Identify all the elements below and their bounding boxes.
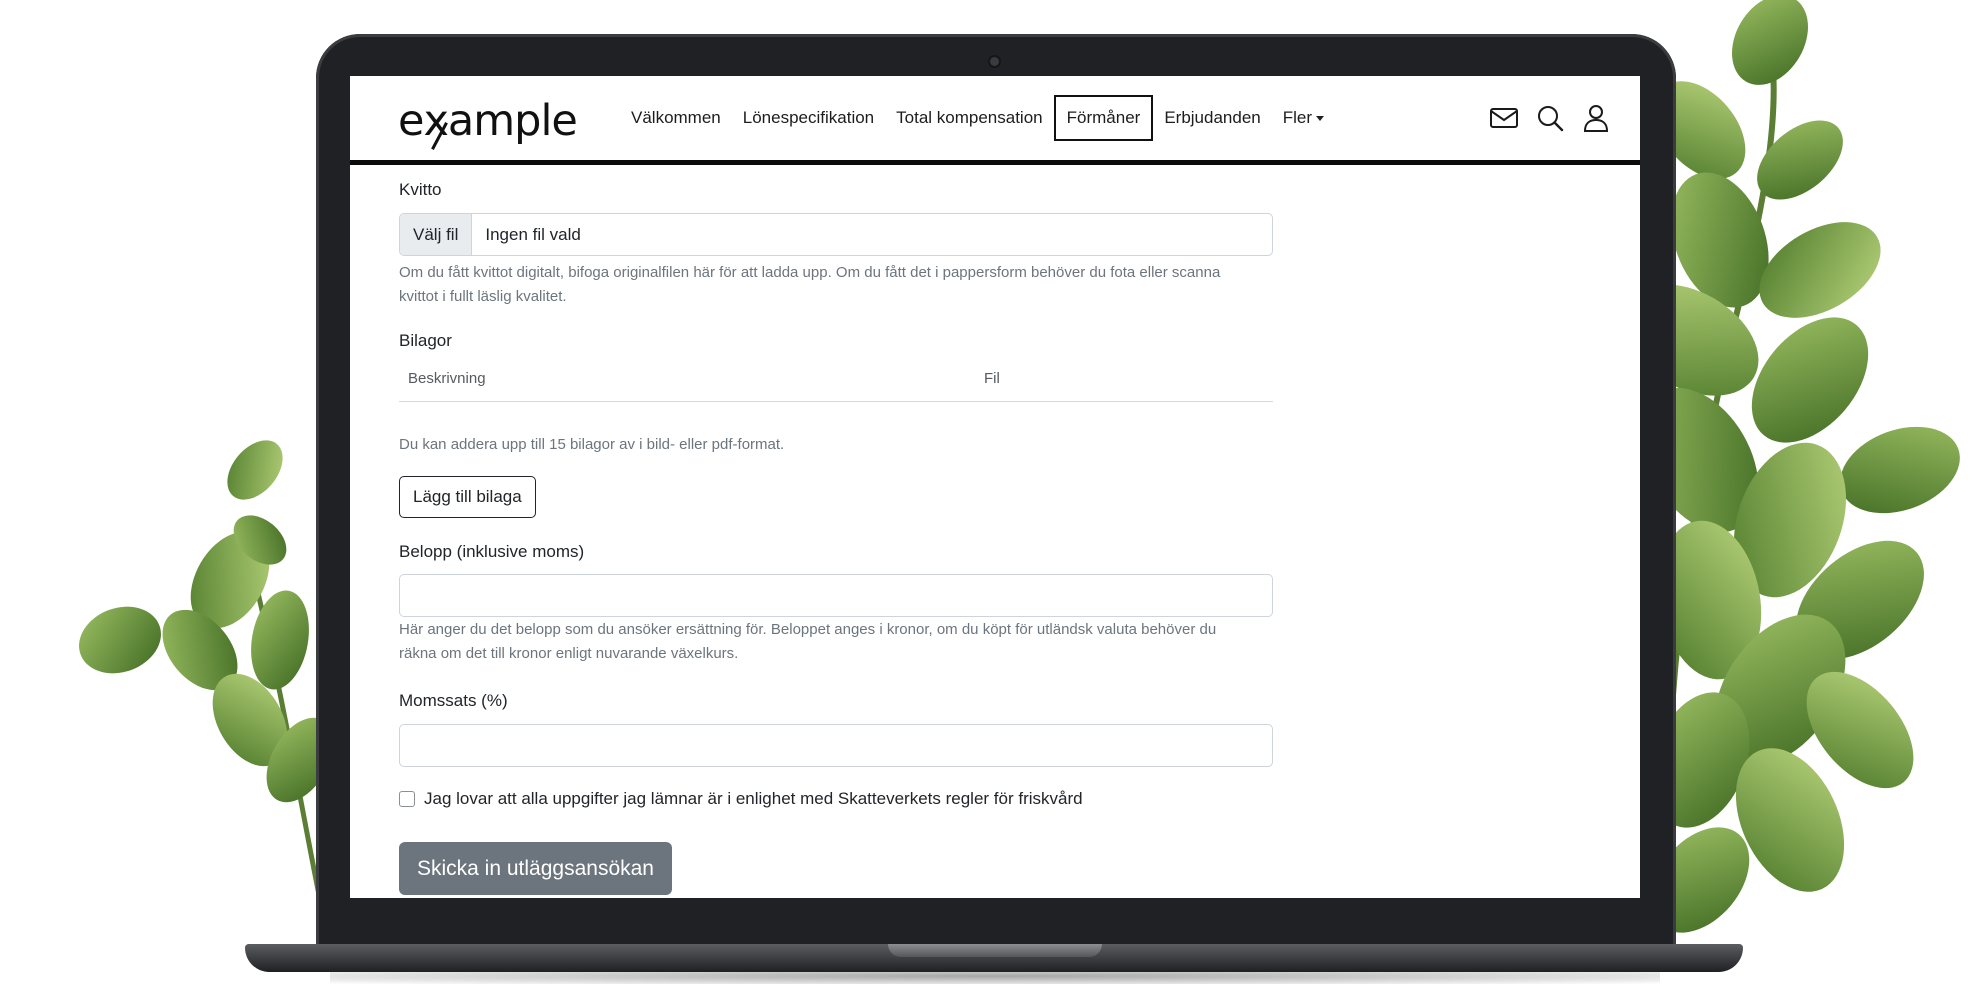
nav-links: Välkommen Lönespecifikation Total kompen…: [620, 94, 1335, 142]
logo-x-glyph: x: [423, 91, 448, 151]
search-icon[interactable]: [1534, 102, 1566, 134]
user-icon[interactable]: [1580, 102, 1612, 134]
caret-down-icon: [1316, 116, 1325, 122]
consent-row: Jag lovar att alla uppgifter jag lämnar …: [399, 789, 1083, 809]
receipt-label: Kvitto: [399, 180, 442, 199]
nav-link-formaner[interactable]: Förmåner: [1053, 95, 1154, 141]
nav-icons: [1488, 102, 1612, 134]
nav-dropdown-fler[interactable]: Fler: [1272, 95, 1335, 141]
receipt-file-input[interactable]: Välj fil Ingen fil vald: [399, 213, 1273, 256]
submit-button[interactable]: Skicka in utläggsansökan: [399, 842, 672, 895]
amount-help-line-1: Här anger du det belopp som du ansöker e…: [399, 621, 1217, 638]
amount-label: Belopp (inklusive moms): [399, 542, 585, 561]
column-header-file: Fil: [984, 370, 1000, 387]
consent-label[interactable]: Jag lovar att alla uppgifter jag lämnar …: [424, 789, 1083, 809]
top-navbar: example Välkommen Lönespecifikation Tota…: [350, 76, 1640, 165]
laptop-notch: [888, 944, 1102, 957]
amount-input[interactable]: [399, 574, 1273, 617]
vat-label: Momssats (%): [399, 691, 508, 710]
receipt-help-line-1: Om du fått kvittot digitalt, bifoga orig…: [399, 264, 1221, 281]
attachments-table-header: Beskrivning Fil: [399, 358, 1273, 402]
nav-link-erbjudanden[interactable]: Erbjudanden: [1153, 95, 1271, 141]
attachments-help-text: Du kan addera upp till 15 bilagor av i b…: [399, 436, 785, 453]
choose-file-button[interactable]: Välj fil: [400, 214, 473, 255]
vat-input[interactable]: [399, 724, 1273, 767]
amount-help-text: Här anger du det belopp som du ansöker e…: [399, 618, 1273, 666]
nav-link-valkommen[interactable]: Välkommen: [620, 95, 732, 141]
mail-icon[interactable]: [1488, 102, 1520, 134]
consent-checkbox[interactable]: [399, 791, 415, 807]
camera-icon: [990, 57, 999, 66]
nav-link-total-kompensation[interactable]: Total kompensation: [885, 95, 1053, 141]
file-status-text: Ingen fil vald: [485, 224, 581, 244]
receipt-help-line-2: kvittot i fullt läslig kvalitet.: [399, 288, 567, 305]
receipt-help-text: Om du fått kvittot digitalt, bifoga orig…: [399, 261, 1273, 309]
column-header-description: Beskrivning: [408, 370, 486, 387]
logo[interactable]: example: [398, 91, 578, 151]
nav-link-lonespecifikation[interactable]: Lönespecifikation: [732, 95, 885, 141]
nav-dropdown-label: Fler: [1282, 108, 1313, 127]
add-attachment-button[interactable]: Lägg till bilaga: [399, 476, 536, 518]
attachments-label: Bilagor: [399, 331, 452, 350]
amount-help-line-2: räkna om det till kronor enligt nuvarand…: [399, 645, 739, 662]
browser-screen: example Välkommen Lönespecifikation Tota…: [350, 76, 1640, 898]
